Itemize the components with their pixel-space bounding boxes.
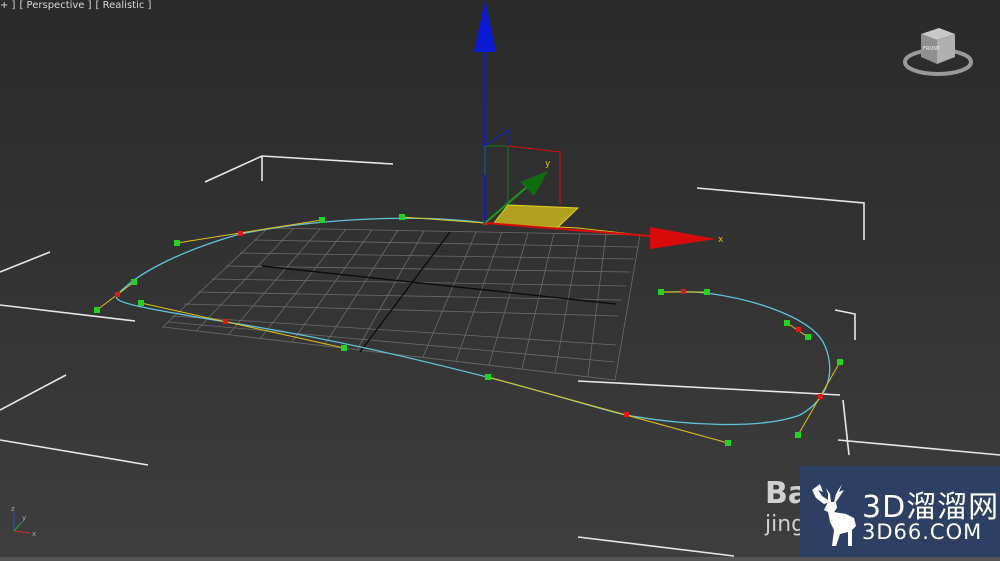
home-grid — [162, 227, 641, 381]
perspective-viewport[interactable]: + ] [ Perspective ] [ Realistic ] x y z … — [0, 0, 1000, 561]
viewcube-face-label: FRONT — [923, 46, 941, 52]
tripod-y-label: y — [22, 514, 26, 522]
watermark-banner: 3D溜溜网 3D66.COM — [800, 466, 1000, 561]
z-axis-arrow — [474, 0, 496, 52]
tripod-z-label: z — [11, 505, 15, 513]
tripod-x-label: x — [32, 530, 36, 538]
axis-tripod: z x y — [11, 505, 36, 538]
transform-gizmo[interactable]: x y — [474, 0, 724, 249]
y-axis-arrow — [520, 171, 548, 196]
gizmo-x-label: x — [718, 235, 724, 245]
tangent-handles — [96, 216, 841, 444]
viewcube[interactable]: FRONT — [903, 24, 975, 80]
gizmo-y-label: y — [545, 159, 551, 169]
x-axis-arrow — [650, 227, 716, 249]
viewport-bottom-border — [0, 557, 1000, 561]
grid-center-axes — [261, 231, 617, 353]
deer-logo-icon — [812, 484, 856, 546]
watermark-site-url: 3D66.COM — [862, 520, 983, 544]
spline-vertex-points[interactable] — [115, 220, 823, 417]
